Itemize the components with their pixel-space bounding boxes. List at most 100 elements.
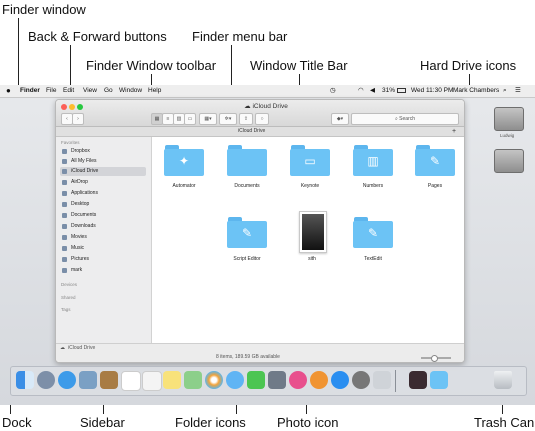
tags-button[interactable]: ○ [255, 113, 269, 125]
sidebar-item-airdrop[interactable]: AirDrop [60, 178, 146, 187]
sidebar-annotation-label: Sidebar [80, 415, 125, 430]
sidebar-item-dropbox[interactable]: Dropbox [60, 147, 146, 156]
downloads-icon [62, 224, 67, 229]
finder-dock-icon[interactable] [16, 371, 34, 389]
dock [10, 366, 527, 396]
folder-dock-icon[interactable] [430, 371, 448, 389]
sidebar-item-applications[interactable]: Applications [60, 189, 146, 198]
share-button[interactable]: ⇪ [239, 113, 253, 125]
image-dock-icon[interactable] [409, 371, 427, 389]
photo-label[interactable]: sith [282, 256, 342, 262]
script-editor-glyph-icon: ✎ [241, 226, 253, 240]
folder-icon[interactable]: ✎ [415, 145, 455, 177]
folder-icon[interactable]: ✎ [353, 217, 393, 249]
menu-help[interactable]: Help [148, 85, 161, 97]
sidebar-item-movies[interactable]: Movies [60, 233, 146, 242]
cover-flow-button[interactable]: ▭ [184, 113, 196, 125]
wifi-icon[interactable]: ◠ [358, 85, 364, 97]
hard-drive-icon[interactable] [494, 149, 524, 173]
folder-label[interactable]: TextEdit [343, 256, 403, 262]
zoom-button[interactable] [77, 104, 83, 110]
dock-label: Dock [2, 415, 32, 430]
applications-icon [62, 191, 67, 196]
folder-label[interactable]: Numbers [343, 183, 403, 189]
folder-icon[interactable]: ▥ [353, 145, 393, 177]
folder-label[interactable]: Script Editor [217, 256, 277, 262]
close-button[interactable] [61, 104, 67, 110]
notes-book-dock-icon[interactable] [100, 371, 118, 389]
sidebar-item-mark[interactable]: mark [60, 266, 146, 275]
apple-icon[interactable]: ● [6, 85, 11, 97]
app-store-dock-icon[interactable] [331, 371, 349, 389]
folder-label[interactable]: Pages [405, 183, 464, 189]
textedit-glyph-icon: ✎ [367, 226, 379, 240]
tab-label[interactable]: iCloud Drive [238, 127, 265, 136]
calendar-dock-icon[interactable] [121, 371, 141, 391]
menu-edit[interactable]: Edit [63, 85, 74, 97]
utility-dock-icon[interactable] [373, 371, 391, 389]
time-machine-icon[interactable]: ◷ [330, 85, 336, 97]
sidebar-item-label: AirDrop [71, 179, 88, 185]
folder-label[interactable]: Documents [217, 183, 277, 189]
path-bar-label[interactable]: iCloud Drive [68, 345, 95, 351]
search-placeholder: Search [399, 116, 416, 122]
volume-icon[interactable]: ◀ [370, 85, 375, 97]
sidebar-item-all-my-files[interactable]: All My Files [60, 157, 146, 166]
sidebar-item-icloud-drive[interactable]: iCloud Drive [60, 167, 146, 176]
sidebar-item-music[interactable]: Music [60, 244, 146, 253]
new-tab-button[interactable]: + [452, 127, 456, 136]
folder-icon[interactable]: ✦ [164, 145, 204, 177]
folder-label[interactable]: Automator [154, 183, 214, 189]
menu-file[interactable]: File [46, 85, 56, 97]
battery-icon [397, 88, 406, 93]
itunes-dock-icon[interactable] [289, 371, 307, 389]
finder-toolbar-label: Finder Window toolbar [86, 58, 217, 73]
action-gear-icon[interactable]: ✲▾ [219, 113, 237, 125]
ibooks-dock-icon[interactable] [310, 371, 328, 389]
reminders-dock-icon[interactable] [142, 371, 162, 391]
photo-icon-label: Photo icon [277, 415, 339, 430]
sidebar-item-documents[interactable]: Documents [60, 211, 146, 220]
launchpad-dock-icon[interactable] [37, 371, 55, 389]
sidebar-item-desktop[interactable]: Desktop [60, 200, 146, 209]
photo-icon[interactable] [299, 211, 327, 253]
network-dock-icon[interactable] [268, 371, 286, 389]
forward-button[interactable]: › [72, 113, 84, 125]
sidebar-item-label: Desktop [71, 201, 90, 207]
arrange-button[interactable]: ▦▾ [199, 113, 217, 125]
folder-icon[interactable] [227, 145, 267, 177]
maps-dock-icon[interactable] [184, 371, 202, 389]
menu-go[interactable]: Go [104, 85, 113, 97]
menu-finder[interactable]: Finder [20, 85, 40, 97]
desktop-icon [62, 202, 67, 207]
slider-knob[interactable] [431, 355, 438, 362]
window-title-text: iCloud Drive [252, 103, 288, 110]
trash-can-icon[interactable] [494, 371, 512, 389]
menubar-clock[interactable]: Wed 11:30 PM [411, 85, 453, 97]
sidebar-item-downloads[interactable]: Downloads [60, 222, 146, 231]
folder-icon[interactable]: ▭ [290, 145, 330, 177]
photos-dock-icon[interactable] [205, 371, 223, 389]
folder-label[interactable]: Keynote [280, 183, 340, 189]
spotlight-icon[interactable]: ⌕ [503, 85, 507, 97]
search-input[interactable]: ⌕ Search [351, 113, 459, 125]
system-preferences-dock-icon[interactable] [352, 371, 370, 389]
minimize-button[interactable] [69, 104, 75, 110]
menu-window[interactable]: Window [119, 85, 142, 97]
menu-view[interactable]: View [83, 85, 97, 97]
hard-drive-icon[interactable] [494, 107, 524, 131]
home-icon [62, 268, 67, 273]
folder-icon[interactable]: ✎ [227, 217, 267, 249]
notes-dock-icon[interactable] [163, 371, 181, 389]
sidebar-item-pictures[interactable]: Pictures [60, 255, 146, 264]
safari-dock-icon[interactable] [58, 371, 76, 389]
menubar-user[interactable]: Mark Chambers [453, 85, 499, 97]
preview-dock-icon[interactable] [79, 371, 97, 389]
sidebar-item-label: iCloud Drive [71, 168, 99, 174]
messages-dock-icon[interactable] [226, 371, 244, 389]
facetime-dock-icon[interactable] [247, 371, 265, 389]
battery-percent[interactable]: 31% [382, 85, 395, 97]
dropbox-toolbar-icon[interactable]: ◆▾ [331, 113, 349, 125]
pictures-icon [62, 257, 67, 262]
notification-icon[interactable]: ☰ [515, 85, 521, 97]
